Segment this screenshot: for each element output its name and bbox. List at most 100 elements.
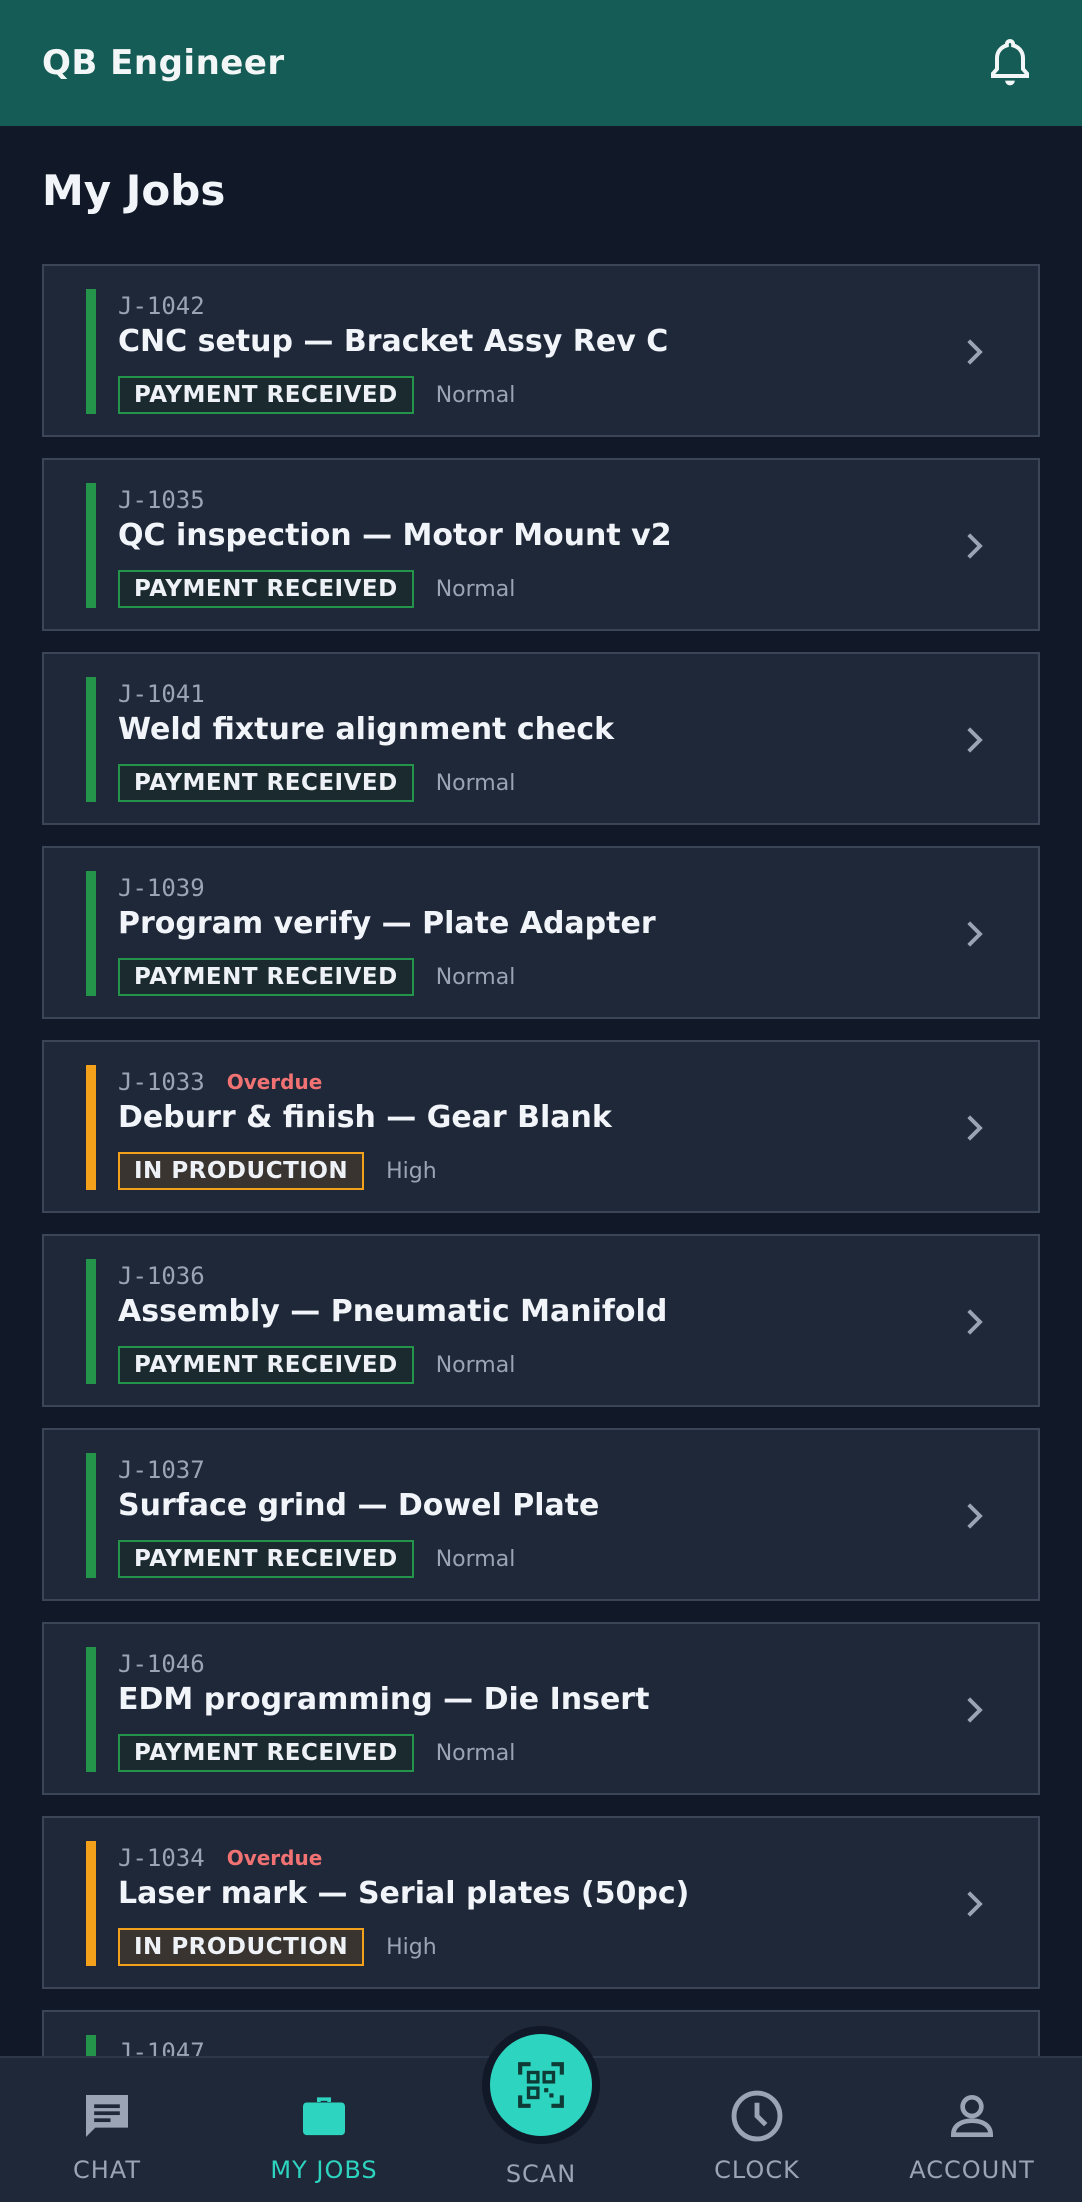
status-badge: PAYMENT RECEIVED — [118, 376, 414, 414]
job-meta: PAYMENT RECEIVED Normal — [118, 376, 515, 414]
priority-label: Normal — [435, 1352, 516, 1378]
status-badge: PAYMENT RECEIVED — [118, 764, 414, 802]
job-meta: PAYMENT RECEIVED Normal — [118, 1540, 515, 1578]
job-meta: PAYMENT RECEIVED Normal — [118, 570, 515, 608]
priority-label: Normal — [435, 576, 516, 602]
job-meta: PAYMENT RECEIVED Normal — [118, 764, 515, 802]
status-stripe — [86, 1841, 96, 1966]
job-number: J-1036 — [118, 1262, 205, 1290]
job-card[interactable]: J-1041 Weld fixture alignment check PAYMEN… — [42, 652, 1040, 825]
job-id: J-1034 — [118, 1844, 205, 1872]
job-title: QC inspection — Motor Mount v2 — [118, 518, 672, 553]
nav-chat[interactable]: CHAT — [52, 2058, 162, 2202]
job-id: J-1039 — [118, 874, 205, 902]
job-card[interactable]: J-1034 Overdue Laser mark — Serial plates … — [42, 1816, 1040, 1989]
page-title: My Jobs — [42, 166, 226, 215]
job-number: J-1042 — [118, 292, 205, 320]
job-meta: IN PRODUCTION High — [118, 1928, 437, 1966]
job-title: Assembly — Pneumatic Manifold — [118, 1294, 668, 1329]
priority-label: High — [386, 1158, 437, 1184]
job-title: Laser mark — Serial plates (50pc) — [118, 1876, 690, 1911]
status-badge: PAYMENT RECEIVED — [118, 1734, 414, 1772]
status-badge: PAYMENT RECEIVED — [118, 570, 414, 608]
job-card[interactable]: J-1035 QC inspection — Motor Mount v2 PAYM… — [42, 458, 1040, 631]
job-meta: IN PRODUCTION High — [118, 1152, 437, 1190]
priority-label: Normal — [435, 770, 516, 796]
job-title: Surface grind — Dowel Plate — [118, 1488, 600, 1523]
job-meta: PAYMENT RECEIVED Normal — [118, 1734, 515, 1772]
job-title: Program verify — Plate Adapter — [118, 906, 656, 941]
job-card[interactable]: J-1033 Overdue Deburr & finish — Gear Blan… — [42, 1040, 1040, 1213]
job-card[interactable]: J-1042 CNC setup — Bracket Assy Rev C PAYM… — [42, 264, 1040, 437]
job-id: J-1037 — [118, 1456, 205, 1484]
job-number: J-1041 — [118, 680, 205, 708]
priority-label: High — [386, 1934, 437, 1960]
job-card[interactable]: J-1037 Surface grind — Dowel Plate PAYMENT… — [42, 1428, 1040, 1601]
chevron-right-icon — [967, 533, 983, 559]
job-card[interactable]: J-1046 EDM programming — Die Insert PAYMEN… — [42, 1622, 1040, 1795]
chevron-right-icon — [967, 1503, 983, 1529]
job-number: J-1046 — [118, 1650, 205, 1678]
qr-scan-icon — [518, 2062, 564, 2108]
status-badge: PAYMENT RECEIVED — [118, 958, 414, 996]
status-stripe — [86, 1453, 96, 1578]
job-id: J-1036 — [118, 1262, 205, 1290]
chevron-right-icon — [967, 727, 983, 753]
nav-clock[interactable]: CLOCK — [700, 2058, 814, 2202]
app-bar: QB Engineer — [0, 0, 1082, 126]
app-title: QB Engineer — [42, 43, 285, 83]
job-title: EDM programming — Die Insert — [118, 1682, 650, 1717]
scan-button[interactable] — [490, 2034, 592, 2136]
bell-icon[interactable] — [980, 33, 1040, 93]
chevron-right-icon — [967, 1697, 983, 1723]
priority-label: Normal — [435, 1546, 516, 1572]
job-meta: PAYMENT RECEIVED Normal — [118, 958, 515, 996]
status-stripe — [86, 483, 96, 608]
priority-label: Normal — [435, 382, 516, 408]
status-stripe — [86, 1647, 96, 1772]
chevron-right-icon — [967, 921, 983, 947]
job-number: J-1035 — [118, 486, 205, 514]
status-stripe — [86, 1065, 96, 1190]
chevron-right-icon — [967, 1309, 983, 1335]
chevron-right-icon — [967, 339, 983, 365]
chevron-right-icon — [967, 1891, 983, 1917]
nav-account-label: ACCOUNT — [909, 2156, 1035, 2184]
status-badge: IN PRODUCTION — [118, 1152, 365, 1190]
clock-icon — [727, 2086, 787, 2146]
job-card[interactable]: J-1036 Assembly — Pneumatic Manifold PAYME… — [42, 1234, 1040, 1407]
job-title: Deburr & finish — Gear Blank — [118, 1100, 612, 1135]
job-id: J-1046 — [118, 1650, 205, 1678]
job-number: J-1034 Overdue — [118, 1844, 322, 1872]
priority-label: Normal — [435, 1740, 516, 1766]
job-title: Weld fixture alignment check — [118, 712, 615, 747]
job-id: J-1041 — [118, 680, 205, 708]
job-id: J-1035 — [118, 486, 205, 514]
priority-label: Normal — [435, 964, 516, 990]
nav-chat-label: CHAT — [72, 2156, 142, 2184]
briefcase-icon — [294, 2086, 354, 2146]
nav-clock-label: CLOCK — [714, 2156, 800, 2184]
job-number: J-1039 — [118, 874, 205, 902]
chat-icon — [77, 2086, 137, 2146]
status-stripe — [86, 289, 96, 414]
status-stripe — [86, 1259, 96, 1384]
overdue-label: Overdue — [226, 1846, 323, 1870]
job-meta: PAYMENT RECEIVED Normal — [118, 1346, 515, 1384]
nav-account[interactable]: ACCOUNT — [902, 2058, 1042, 2202]
account-icon — [942, 2086, 1002, 2146]
job-number: J-1037 — [118, 1456, 205, 1484]
status-badge: PAYMENT RECEIVED — [118, 1346, 414, 1384]
job-card[interactable]: J-1039 Program verify — Plate Adapter PAYM… — [42, 846, 1040, 1019]
chevron-right-icon — [967, 1115, 983, 1141]
overdue-label: Overdue — [226, 1070, 323, 1094]
nav-scan-label: SCAN — [505, 2160, 577, 2188]
status-stripe — [86, 871, 96, 996]
status-badge: IN PRODUCTION — [118, 1928, 365, 1966]
status-badge: PAYMENT RECEIVED — [118, 1540, 414, 1578]
job-title: CNC setup — Bracket Assy Rev C — [118, 324, 669, 359]
nav-my-jobs[interactable]: MY JOBS — [252, 2058, 396, 2202]
job-list: J-1042 CNC setup — Bracket Assy Rev C PAYM… — [42, 264, 1040, 2202]
job-number: J-1033 Overdue — [118, 1068, 322, 1096]
status-stripe — [86, 677, 96, 802]
